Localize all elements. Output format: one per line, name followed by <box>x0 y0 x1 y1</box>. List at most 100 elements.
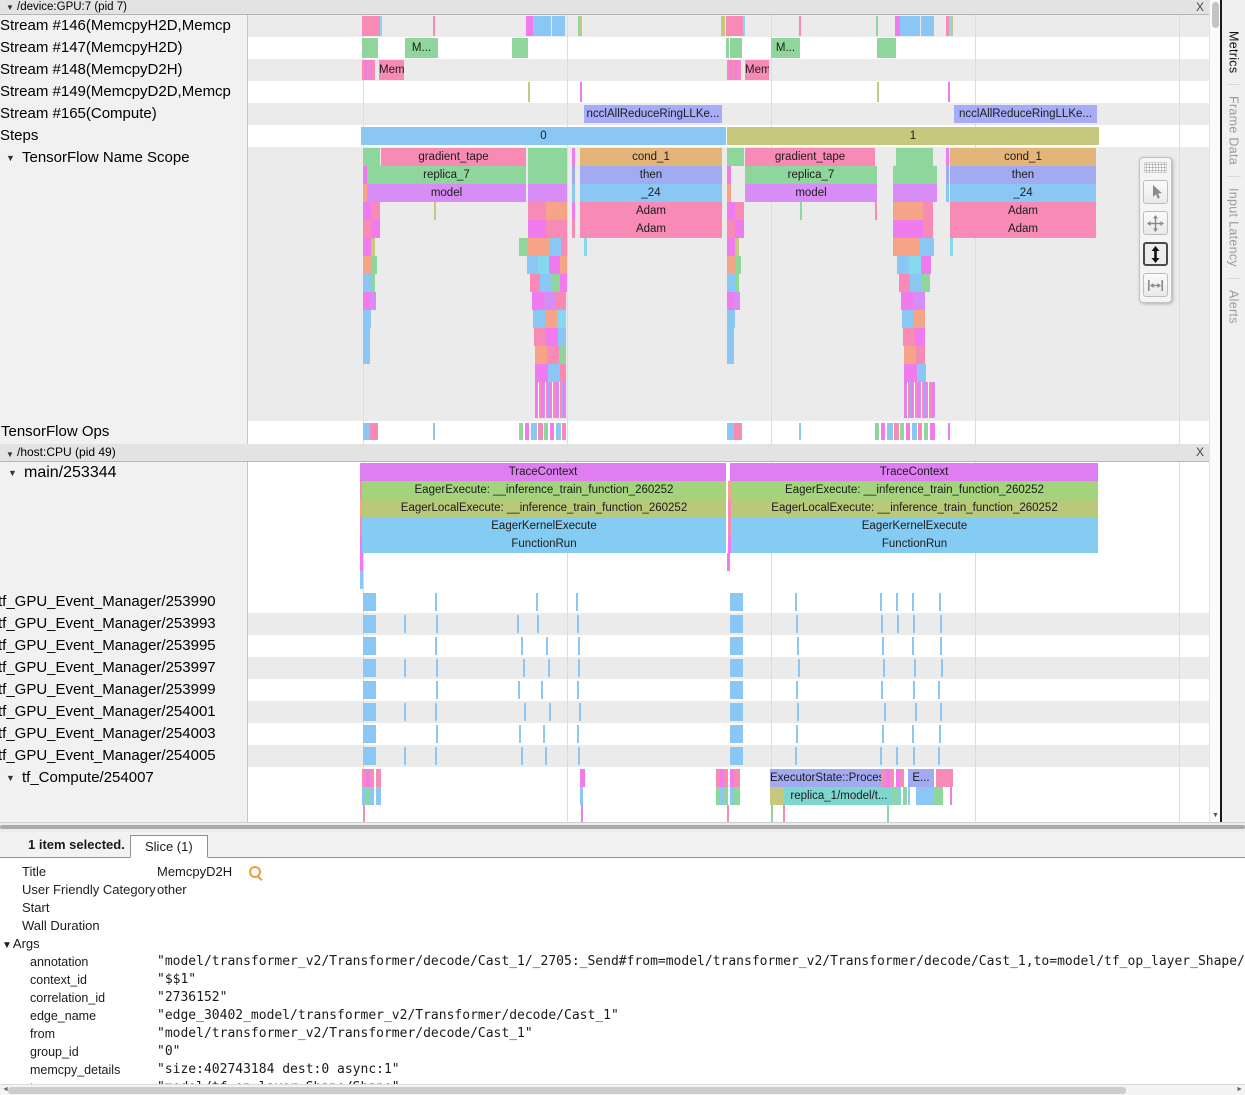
trace-event[interactable] <box>370 769 374 787</box>
trace-event[interactable] <box>404 659 406 677</box>
trace-event[interactable] <box>572 202 575 220</box>
trace-event[interactable] <box>724 787 728 805</box>
trace-event[interactable] <box>371 274 375 292</box>
trace-event[interactable] <box>896 593 898 611</box>
trace-event[interactable] <box>376 787 381 805</box>
trace-event[interactable]: E... <box>908 769 934 787</box>
trace-event[interactable]: ncclAllReduceRingLLKe... <box>954 105 1097 123</box>
collapse-arrow-icon[interactable]: ▼ <box>6 767 15 789</box>
trace-event[interactable] <box>914 659 916 677</box>
trace-event[interactable] <box>727 220 735 238</box>
trace-event[interactable] <box>363 747 376 765</box>
trace-event[interactable] <box>730 681 743 699</box>
trace-event[interactable] <box>559 346 566 364</box>
track-label[interactable]: ▼TensorFlow Name Scope <box>0 147 246 169</box>
trace-event[interactable] <box>580 769 585 787</box>
trace-event[interactable] <box>538 423 543 440</box>
trace-event[interactable] <box>363 274 371 292</box>
trace-event[interactable] <box>576 593 578 611</box>
trace-event[interactable]: cond_1 <box>950 148 1096 166</box>
trace-event[interactable] <box>948 82 950 102</box>
trace-event[interactable] <box>436 681 438 699</box>
trace-event[interactable]: M... <box>771 38 800 58</box>
trace-event[interactable] <box>887 423 893 440</box>
trace-event[interactable] <box>363 202 371 220</box>
trace-event[interactable] <box>404 703 406 721</box>
trace-event[interactable] <box>915 703 917 721</box>
trace-event[interactable]: replica_7 <box>745 166 877 184</box>
trace-event[interactable] <box>376 769 381 787</box>
args-header[interactable]: ▼Args <box>0 935 1245 953</box>
trace-event[interactable] <box>579 703 581 721</box>
trace-event[interactable] <box>521 747 523 765</box>
trace-event[interactable] <box>534 328 546 346</box>
trace-event[interactable] <box>910 274 922 292</box>
trace-event[interactable] <box>517 615 519 633</box>
trace-event[interactable]: _24 <box>950 184 1096 202</box>
trace-event[interactable] <box>913 747 915 765</box>
trace-event[interactable] <box>950 238 953 256</box>
trace-event[interactable] <box>545 310 557 328</box>
trace-event[interactable] <box>940 615 942 633</box>
trace-event[interactable] <box>572 166 575 184</box>
toolbar-grip-handle[interactable] <box>1144 162 1167 173</box>
trace-event[interactable]: ExecutorState::Process <box>770 769 881 787</box>
vertical-scrollbar[interactable]: ▼ <box>1209 0 1220 822</box>
trace-event[interactable]: cond_1 <box>580 148 722 166</box>
trace-event[interactable] <box>912 725 914 743</box>
trace-event[interactable] <box>735 238 739 256</box>
trace-event[interactable] <box>363 238 371 256</box>
trace-event[interactable] <box>512 38 528 58</box>
trace-event[interactable] <box>546 637 548 655</box>
trace-event[interactable] <box>893 220 923 238</box>
trace-event[interactable] <box>901 292 913 310</box>
trace-event[interactable]: EagerExecute: __inference_train_function… <box>362 481 726 499</box>
horizontal-scrollbar[interactable]: ◄ ► <box>0 1084 1245 1095</box>
trace-event[interactable] <box>912 423 917 440</box>
trace-event[interactable] <box>540 274 552 292</box>
trace-event[interactable] <box>893 238 920 256</box>
track-label[interactable]: ▼main/253344 <box>0 462 246 484</box>
trace-event[interactable]: EagerLocalExecute: __inference_train_fun… <box>362 499 726 517</box>
trace-event[interactable] <box>734 769 740 787</box>
trace-event[interactable] <box>435 747 437 765</box>
trace-event[interactable] <box>795 747 797 765</box>
trace-event[interactable] <box>560 364 566 382</box>
trace-event[interactable] <box>893 184 937 202</box>
trace-event[interactable]: EagerLocalExecute: __inference_train_fun… <box>731 499 1098 517</box>
trace-event[interactable] <box>946 184 949 202</box>
trace-event[interactable]: replica_7 <box>367 166 526 184</box>
track-label[interactable]: ▼tf_Compute/254007 <box>0 767 246 789</box>
trace-event[interactable] <box>906 423 910 440</box>
trace-event[interactable] <box>546 202 567 220</box>
vertical-zoom-tool-button[interactable] <box>1143 242 1168 266</box>
trace-event[interactable]: Adam <box>580 202 722 220</box>
trace-event[interactable]: then <box>580 166 722 184</box>
trace-event[interactable] <box>561 238 567 256</box>
trace-event[interactable] <box>796 681 798 699</box>
trace-event[interactable] <box>893 166 937 184</box>
trace-event[interactable] <box>730 659 743 677</box>
trace-event[interactable] <box>730 637 743 655</box>
trace-event[interactable] <box>536 593 538 611</box>
trace-event[interactable] <box>549 238 561 256</box>
trace-event[interactable] <box>730 703 743 721</box>
trace-event[interactable] <box>371 238 375 256</box>
trace-event[interactable] <box>528 166 567 184</box>
trace-event[interactable]: then <box>950 166 1096 184</box>
trace-event[interactable] <box>948 423 950 440</box>
trace-event[interactable] <box>737 60 741 80</box>
trace-event[interactable] <box>800 202 802 220</box>
trace-event[interactable] <box>941 659 943 677</box>
trace-event[interactable] <box>900 423 904 440</box>
trace-event[interactable] <box>897 787 901 805</box>
trace-event[interactable] <box>363 328 370 346</box>
trace-event[interactable] <box>548 364 560 382</box>
trace-event[interactable] <box>363 659 376 677</box>
trace-event[interactable] <box>727 166 731 184</box>
trace-event[interactable]: Adam <box>950 202 1096 220</box>
trace-event[interactable] <box>372 60 375 80</box>
trace-event[interactable] <box>796 615 798 633</box>
trace-event[interactable]: gradient_tape <box>381 148 526 166</box>
trace-event[interactable] <box>877 82 879 102</box>
